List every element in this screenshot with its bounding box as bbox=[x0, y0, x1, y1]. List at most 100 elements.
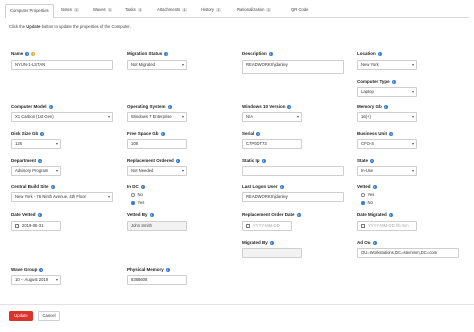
serial-input[interactable]: C7P0DT73 bbox=[242, 139, 302, 149]
ad-ou-input[interactable]: OU=Workstations,DC=stemmm,DC=com bbox=[357, 248, 459, 258]
info-icon: i bbox=[268, 51, 273, 56]
central-build-site-label: Central Build Site i bbox=[11, 184, 55, 189]
instructions-text: Click the Update button to update the pr… bbox=[9, 24, 131, 29]
state-label: State i bbox=[357, 158, 375, 163]
business-unit-select[interactable]: CFO-S ▾ bbox=[357, 139, 417, 149]
central-build-site-select[interactable]: New York - 76 Ninth Avenue, 4th Floor ▾ bbox=[11, 192, 113, 202]
label-text: Ad Ou bbox=[357, 240, 371, 245]
info-icon: i bbox=[175, 158, 180, 163]
replacement-order-date-label: Replacement Order Date i bbox=[242, 212, 301, 217]
radio-button-selected[interactable] bbox=[361, 201, 365, 205]
in-dc-option-yes[interactable]: Yes bbox=[131, 200, 144, 205]
replacement-order-date-input[interactable]: YYYY-MM-DD bbox=[242, 221, 292, 231]
info-icon: i bbox=[40, 131, 45, 136]
tab-bar: Computer Properties Notes 1 Waves 1 Tasks 1… bbox=[5, 4, 469, 18]
info-icon: i bbox=[388, 212, 393, 217]
physical-memory-input[interactable]: 8388608 bbox=[127, 275, 187, 285]
static-ip-input[interactable] bbox=[242, 166, 344, 176]
location-select[interactable]: New York ▾ bbox=[357, 60, 417, 70]
description-textarea[interactable]: READWORKS\jdanley bbox=[242, 60, 344, 74]
memory-gb-select[interactable]: 16(+) ▾ bbox=[357, 112, 417, 122]
info-icon: i bbox=[38, 158, 43, 163]
wave-group-select[interactable]: 10 -- August 2019 ▾ bbox=[11, 275, 61, 285]
chevron-down-icon: ▾ bbox=[107, 114, 110, 119]
migration-status-select[interactable]: Not Migrated ▾ bbox=[127, 60, 187, 70]
in-dc-option-no[interactable]: No bbox=[131, 192, 143, 197]
label-text: Name bbox=[11, 51, 24, 56]
info-icon: i bbox=[164, 51, 169, 56]
vetted-option-no[interactable]: No bbox=[361, 200, 373, 205]
input-value: C7P0DT73 bbox=[246, 141, 267, 146]
info-icon: i bbox=[165, 267, 170, 272]
select-value: Not Migrated bbox=[131, 62, 155, 67]
radio-button[interactable] bbox=[131, 193, 135, 197]
instructions-part: Click the bbox=[9, 24, 27, 29]
chevron-down-icon: ▾ bbox=[181, 168, 184, 173]
chevron-down-icon: ▾ bbox=[107, 194, 110, 199]
select-value: New York - 76 Ninth Avenue, 4th Floor bbox=[15, 194, 86, 199]
input-placeholder: YYYY-MM-DD hh:mm bbox=[368, 223, 409, 228]
free-space-gb-input[interactable]: 108 bbox=[127, 139, 187, 149]
department-select[interactable]: Advisory Program ▾ bbox=[11, 166, 61, 176]
tab-rationalization[interactable]: Rationalization 1 bbox=[237, 4, 272, 16]
input-value: 2019-05-31 bbox=[22, 223, 44, 228]
tab-computer-properties[interactable]: Computer Properties bbox=[5, 4, 54, 18]
state-select[interactable]: In-Use ▾ bbox=[357, 166, 417, 176]
input-value: 8388608 bbox=[131, 277, 148, 282]
update-button[interactable]: Update bbox=[9, 311, 33, 321]
computer-model-select[interactable]: X1 Carbon (1st Gen) ▾ bbox=[11, 112, 113, 122]
name-input[interactable]: NYUN-1-LSTAN bbox=[11, 60, 113, 70]
tab-tasks[interactable]: Tasks 1 bbox=[125, 4, 143, 16]
tab-count-badge: 1 bbox=[216, 7, 221, 13]
tab-count-badge: 1 bbox=[182, 7, 187, 13]
disk-size-gb-label: Disk Size Gb i bbox=[11, 131, 45, 136]
migrated-by-label: Migrated By i bbox=[242, 240, 274, 245]
date-migrated-input[interactable]: YYYY-MM-DD hh:mm bbox=[357, 221, 417, 231]
label-text: Migrated By bbox=[242, 240, 268, 245]
calendar-icon[interactable] bbox=[15, 223, 19, 228]
tab-attachments[interactable]: Attachments 1 bbox=[157, 4, 187, 16]
info-icon: i bbox=[48, 104, 53, 109]
input-value: OU=Workstations,DC=stemmm,DC=com bbox=[361, 250, 438, 255]
chevron-down-icon: ▾ bbox=[181, 114, 184, 119]
tab-label: Computer Properties bbox=[10, 8, 49, 13]
chevron-down-icon: ▾ bbox=[411, 62, 414, 67]
radio-label: Yes bbox=[137, 200, 145, 205]
last-logon-user-input[interactable]: READWORKS\jdanley bbox=[242, 192, 344, 202]
chevron-down-icon: ▾ bbox=[411, 114, 414, 119]
tab-qr-code[interactable]: QR Code bbox=[291, 4, 308, 16]
calendar-icon[interactable] bbox=[361, 223, 365, 228]
operating-system-select[interactable]: Windows 7 Enterprise ▾ bbox=[127, 112, 187, 122]
computer-type-select[interactable]: Laptop ▾ bbox=[357, 87, 417, 97]
description-label: Description i bbox=[242, 51, 273, 56]
vetted-by-label: Vetted By i bbox=[127, 212, 154, 217]
tab-waves[interactable]: Waves 1 bbox=[93, 4, 113, 16]
label-text: Department bbox=[11, 158, 37, 163]
tab-history[interactable]: History 1 bbox=[201, 4, 221, 16]
label-text: Computer Model bbox=[11, 104, 47, 109]
replacement-ordered-select[interactable]: Not Needed ▾ bbox=[127, 166, 187, 176]
date-vetted-label: Date Vetted i bbox=[11, 212, 42, 217]
windows-10-version-select[interactable]: N/A ▾ bbox=[242, 112, 302, 122]
radio-button-selected[interactable] bbox=[131, 201, 135, 205]
vetted-option-yes[interactable]: Yes bbox=[361, 192, 374, 197]
textarea-value: READWORKS\jdanley bbox=[246, 62, 288, 67]
business-unit-label: Business Unit i bbox=[357, 131, 394, 136]
date-vetted-input[interactable]: 2019-05-31 bbox=[11, 221, 61, 231]
tab-notes[interactable]: Notes 1 bbox=[61, 4, 79, 16]
select-value: CFO-S bbox=[361, 141, 375, 146]
computer-properties-page: Computer Properties Notes 1 Waves 1 Tasks 1… bbox=[0, 0, 474, 332]
vetted-by-input[interactable]: John Smith bbox=[127, 221, 187, 231]
tab-label: Notes bbox=[61, 7, 72, 12]
migrated-by-input[interactable] bbox=[242, 248, 302, 258]
replacement-ordered-label: Replacement Ordered i bbox=[127, 158, 180, 163]
radio-button[interactable] bbox=[361, 193, 365, 197]
calendar-icon[interactable] bbox=[246, 223, 250, 228]
chevron-down-icon: ▾ bbox=[411, 168, 414, 173]
tab-label: Waves bbox=[93, 7, 106, 12]
form-footer-divider bbox=[0, 304, 474, 305]
select-value: 10 -- August 2019 bbox=[15, 277, 49, 282]
windows-10-version-label: Windows 10 Version i bbox=[242, 104, 292, 109]
disk-size-gb-select[interactable]: 128 ▾ bbox=[11, 139, 61, 149]
cancel-button[interactable]: Cancel bbox=[38, 311, 60, 321]
